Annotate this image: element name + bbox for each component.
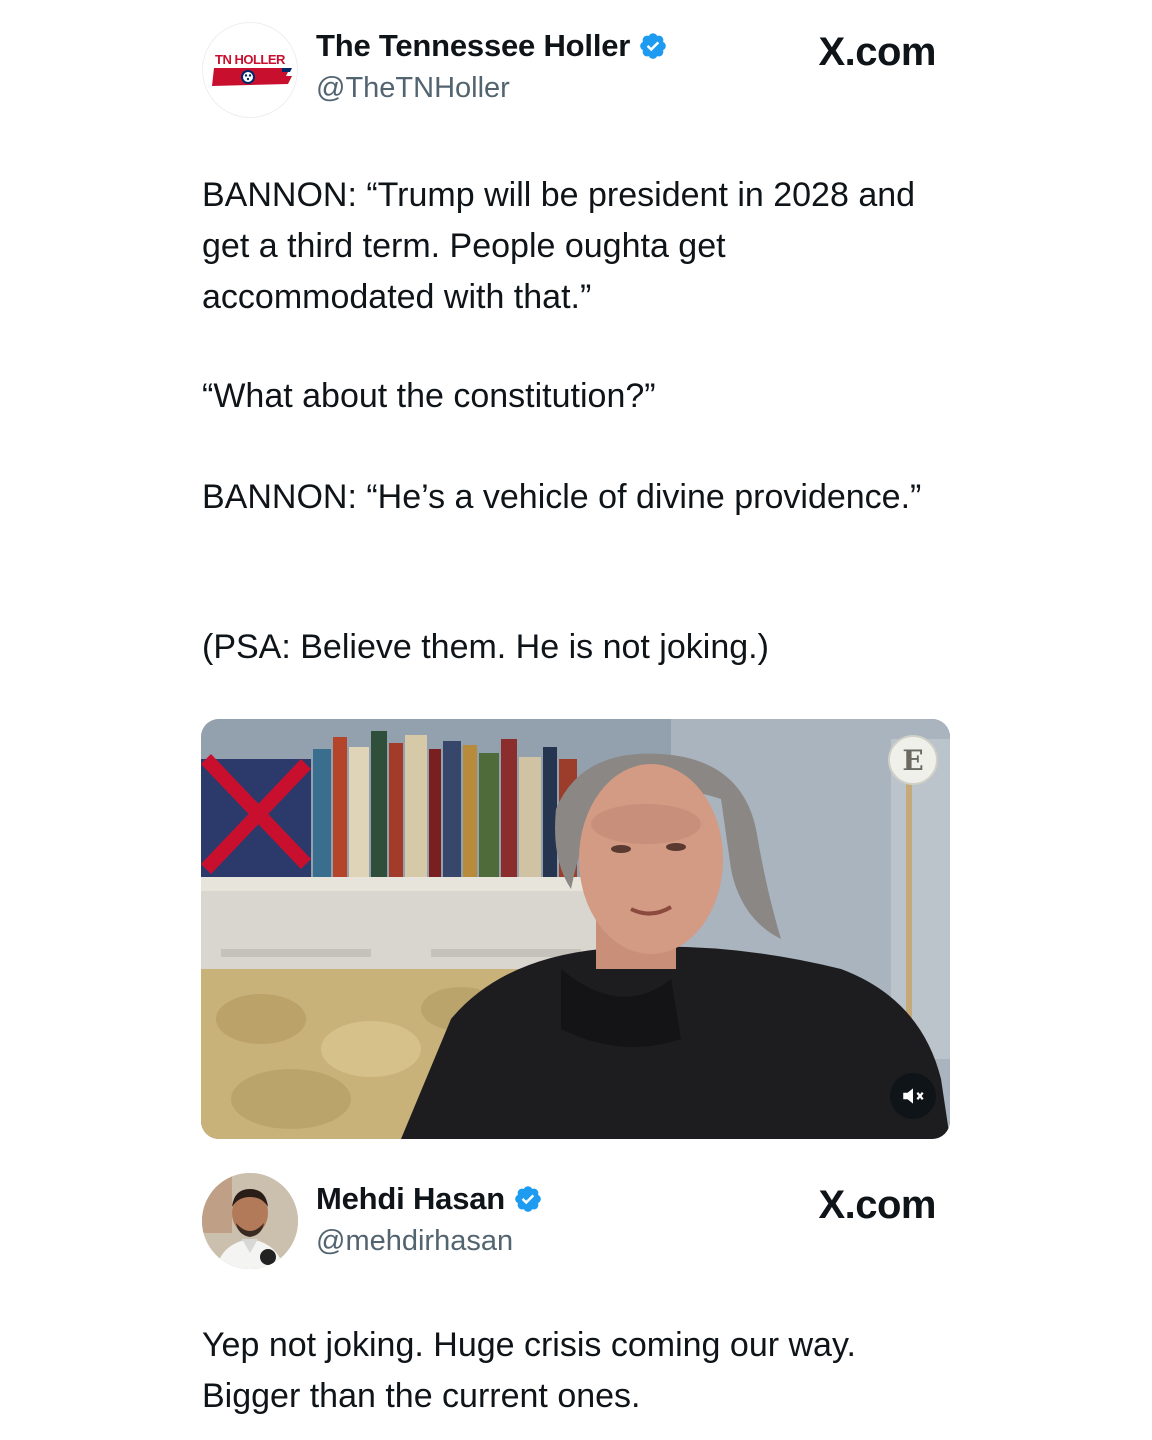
author-handle[interactable]: @mehdirhasan [316,1225,513,1258]
author-name[interactable]: The Tennessee Holler [316,28,630,64]
author-handle[interactable]: @TheTNHoller [316,72,510,105]
author-name[interactable]: Mehdi Hasan [316,1181,505,1217]
avatar-mehdi-hasan[interactable] [202,1173,298,1269]
video-player[interactable]: E [201,719,950,1139]
verified-badge-icon [640,33,666,59]
tn-holler-logo: TN HOLLER [212,52,292,86]
svg-text:TN HOLLER: TN HOLLER [215,52,286,67]
video-frame [201,719,950,1139]
profile-photo [202,1173,298,1269]
avatar-tn-holler[interactable]: TN HOLLER [202,22,298,118]
author-row: Mehdi Hasan [316,1181,543,1217]
speaker-muted-icon [903,1088,924,1104]
tweet-paragraph: “What about the constitution?” [202,377,656,415]
author-row: The Tennessee Holler [316,28,668,64]
mute-button[interactable] [890,1073,936,1119]
tweet-paragraph: BANNON: “Trump will be president in 2028… [202,176,916,316]
source-label: X.com [818,30,936,74]
verified-badge-icon [515,1186,541,1212]
tweet-paragraph: (PSA: Believe them. He is not joking.) [202,628,769,666]
source-label: X.com [818,1183,936,1227]
tweet-text: Yep not joking. Huge crisis coming our w… [202,1326,856,1415]
publisher-badge: E [888,735,938,785]
tweet-paragraph: BANNON: “He’s a vehicle of divine provid… [202,478,922,516]
